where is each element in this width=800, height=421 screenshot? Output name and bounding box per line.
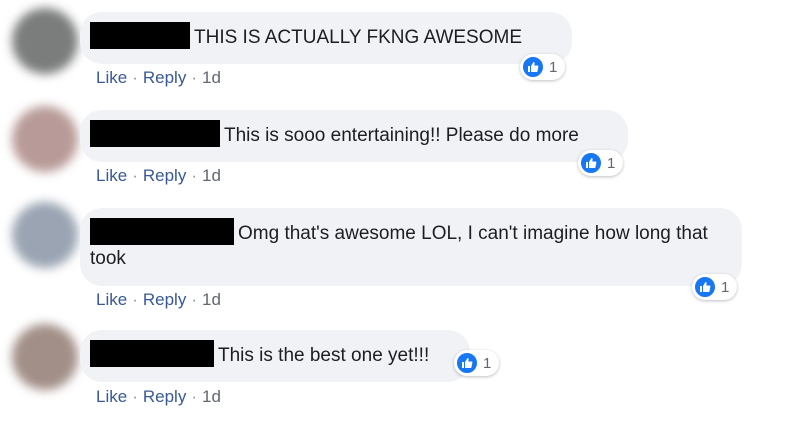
timestamp[interactable]: 1d (202, 290, 221, 309)
reaction-count-badge[interactable]: 1 (692, 274, 738, 300)
like-link[interactable]: Like (96, 290, 127, 309)
like-thumb-icon (456, 352, 478, 374)
like-link[interactable]: Like (96, 387, 127, 406)
redacted-author-name (90, 120, 220, 147)
avatar[interactable] (12, 106, 78, 172)
timestamp[interactable]: 1d (202, 387, 221, 406)
like-thumb-icon (522, 56, 544, 78)
timestamp[interactable]: 1d (202, 68, 221, 87)
reaction-count: 1 (483, 354, 492, 372)
separator-dot: · (191, 68, 197, 87)
redacted-author-name (90, 218, 234, 245)
reply-link[interactable]: Reply (143, 290, 186, 309)
comment-actions: Like · Reply · 1d (96, 290, 221, 310)
avatar[interactable] (12, 8, 78, 74)
redacted-author-name (90, 22, 190, 49)
reaction-count-badge[interactable]: 1 (454, 350, 500, 376)
comment-bubble: This is sooo entertaining!! Please do mo… (80, 110, 628, 162)
comment-bubble: THIS IS ACTUALLY FKNG AWESOME (80, 12, 572, 64)
like-link[interactable]: Like (96, 166, 127, 185)
separator-dot: · (191, 166, 197, 185)
separator-dot: · (132, 166, 138, 185)
comment-text: This is sooo entertaining!! Please do mo… (224, 125, 579, 146)
reply-link[interactable]: Reply (143, 387, 186, 406)
avatar[interactable] (12, 324, 78, 390)
timestamp[interactable]: 1d (202, 166, 221, 185)
like-link[interactable]: Like (96, 68, 127, 87)
redacted-author-name (90, 340, 214, 367)
reaction-count: 1 (549, 58, 558, 76)
separator-dot: · (132, 68, 138, 87)
comment-actions: Like · Reply · 1d (96, 68, 221, 88)
comment-bubble: Omg that's awesome LOL, I can't imagine … (80, 208, 742, 286)
comment-actions: Like · Reply · 1d (96, 166, 221, 186)
reply-link[interactable]: Reply (143, 166, 186, 185)
comment-text: THIS IS ACTUALLY FKNG AWESOME (194, 27, 523, 48)
reaction-count-badge[interactable]: 1 (578, 150, 624, 176)
separator-dot: · (132, 290, 138, 309)
separator-dot: · (132, 387, 138, 406)
reply-link[interactable]: Reply (143, 68, 186, 87)
like-thumb-icon (580, 152, 602, 174)
reaction-count-badge[interactable]: 1 (520, 54, 566, 80)
reaction-count: 1 (721, 278, 730, 296)
separator-dot: · (191, 387, 197, 406)
comment-bubble: This is the best one yet!!! (80, 330, 470, 382)
like-thumb-icon (694, 276, 716, 298)
separator-dot: · (191, 290, 197, 309)
comment-actions: Like · Reply · 1d (96, 387, 221, 407)
comment-text: This is the best one yet!!! (218, 345, 430, 366)
reaction-count: 1 (607, 154, 616, 172)
avatar[interactable] (12, 202, 78, 268)
